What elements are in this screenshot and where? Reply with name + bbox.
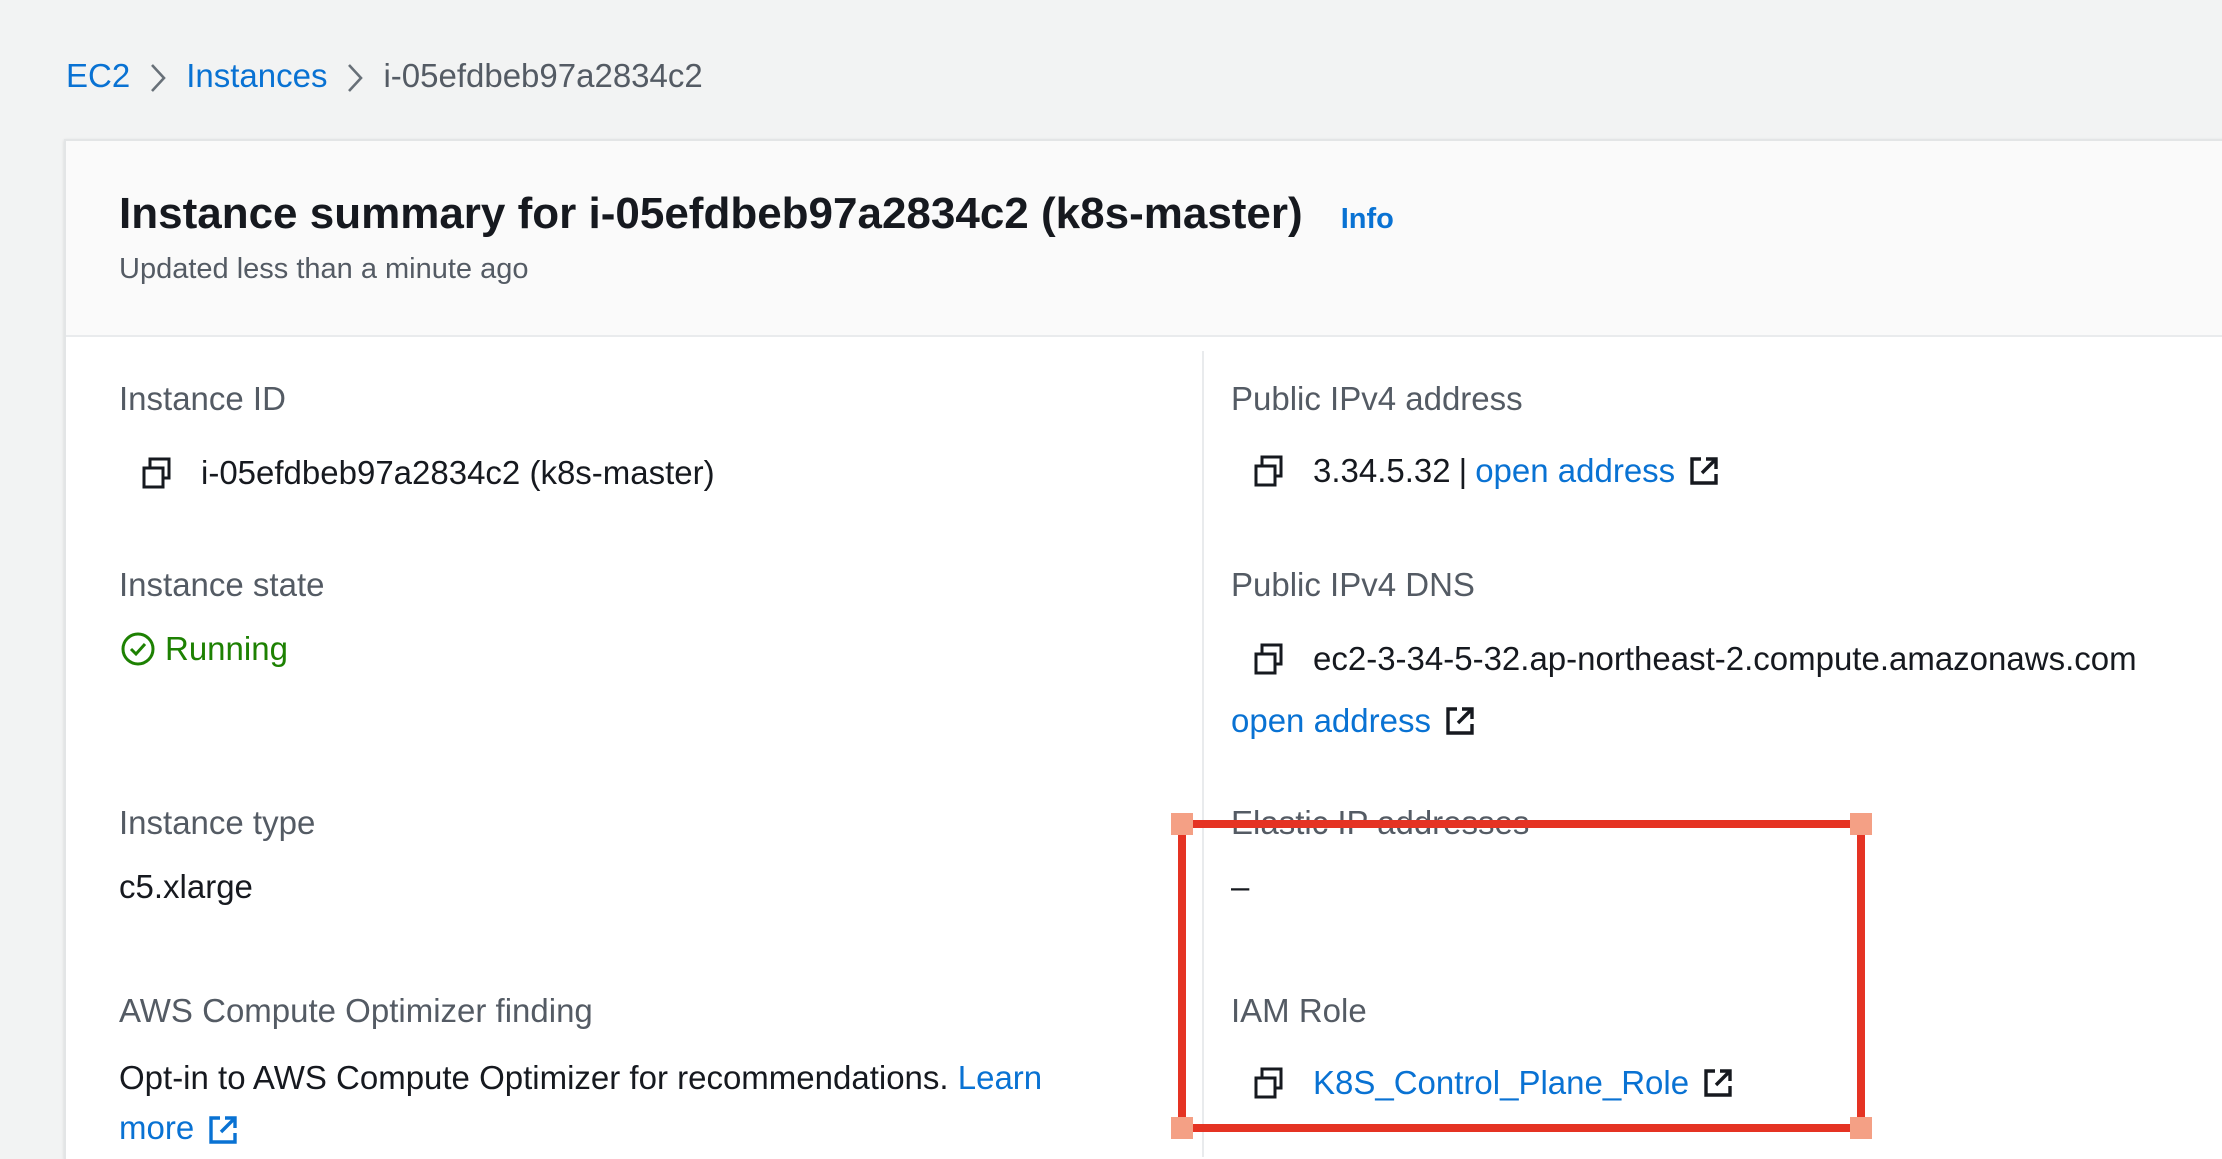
breadcrumb-instances[interactable]: Instances <box>186 57 327 95</box>
breadcrumb-ec2[interactable]: EC2 <box>66 57 130 95</box>
dns-open-address-link[interactable]: open address <box>1231 699 1431 743</box>
breadcrumb: EC2 Instances i-05efdbeb97a2834c2 <box>66 52 703 100</box>
check-circle-icon <box>121 632 155 666</box>
copy-icon[interactable] <box>139 455 175 491</box>
public-ipv4-value: 3.34.5.32 <box>1313 452 1451 489</box>
copy-icon[interactable] <box>1251 641 1287 677</box>
card-header: Instance summary for i-05efdbeb97a2834c2… <box>66 141 2222 337</box>
public-dns-value: ec2-3-34-5-32.ap-northeast-2.compute.ama… <box>1313 640 2137 677</box>
instance-id-value: i-05efdbeb97a2834c2 (k8s-master) <box>201 454 715 491</box>
info-link[interactable]: Info <box>1341 203 1394 236</box>
instance-state-field: Instance state Running <box>119 563 324 671</box>
details-grid: Instance ID i-05efdbeb97a2834c2 (k8s-mas… <box>66 337 2222 1157</box>
instance-state-value: Running <box>165 630 288 667</box>
instance-type-label: Instance type <box>119 804 316 841</box>
instance-summary-card: Instance summary for i-05efdbeb97a2834c2… <box>64 139 2222 1159</box>
resize-handle <box>1850 813 1872 835</box>
status-badge: Running <box>119 627 324 671</box>
resize-handle <box>1171 1117 1193 1139</box>
optimizer-text: Opt-in to AWS Compute Optimizer for reco… <box>119 1059 949 1096</box>
external-link-icon <box>209 1116 237 1144</box>
resize-handle <box>1850 1117 1872 1139</box>
instance-type-value: c5.xlarge <box>119 868 253 905</box>
public-ipv4-field: Public IPv4 address 3.34.5.32 | open add… <box>1231 377 1721 493</box>
public-dns-label: Public IPv4 DNS <box>1231 566 1475 603</box>
external-link-icon[interactable] <box>1687 454 1721 488</box>
updated-timestamp: Updated less than a minute ago <box>119 253 529 285</box>
public-ipv4-label: Public IPv4 address <box>1231 380 1523 417</box>
open-address-link[interactable]: open address <box>1475 449 1675 493</box>
separator: | <box>1458 452 1468 489</box>
optimizer-label: AWS Compute Optimizer finding <box>119 992 593 1029</box>
public-dns-field: Public IPv4 DNS ec2-3-34-5-32.ap-northea… <box>1231 563 2137 743</box>
resize-handle <box>1171 813 1193 835</box>
breadcrumb-current: i-05efdbeb97a2834c2 <box>383 57 703 94</box>
page-title: Instance summary for i-05efdbeb97a2834c2… <box>119 189 2222 239</box>
external-link-icon[interactable] <box>1443 704 1477 738</box>
instance-id-label: Instance ID <box>119 380 286 417</box>
instance-state-label: Instance state <box>119 566 325 603</box>
chevron-right-icon <box>327 57 383 95</box>
instance-id-field: Instance ID i-05efdbeb97a2834c2 (k8s-mas… <box>119 377 715 495</box>
instance-type-field: Instance type c5.xlarge <box>119 801 315 909</box>
optimizer-field: AWS Compute Optimizer finding Opt-in to … <box>119 989 1179 1153</box>
copy-icon[interactable] <box>1251 453 1287 489</box>
summary-title-text: Instance summary for i-05efdbeb97a2834c2… <box>119 189 1303 238</box>
chevron-right-icon <box>130 57 186 95</box>
iam-role-highlight <box>1171 813 1872 1139</box>
